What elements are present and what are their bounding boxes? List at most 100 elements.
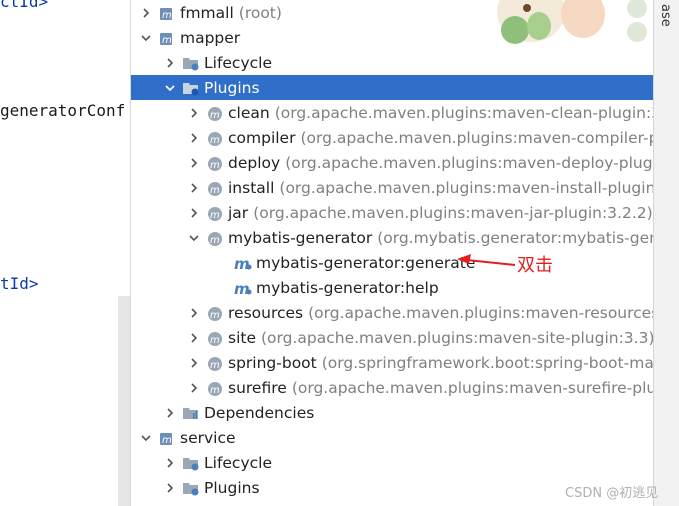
plugin-detail: (org.apache.maven.plugins:maven-site-plu… bbox=[261, 328, 654, 347]
maven-plugin-icon: m bbox=[206, 204, 224, 222]
goal-row-generate[interactable]: m mybatis-generator:generate bbox=[131, 250, 654, 275]
plugin-detail: (org.apache.maven.plugins:maven-surefire… bbox=[291, 378, 654, 397]
chevron-right-icon[interactable] bbox=[163, 456, 177, 470]
svg-text:m: m bbox=[210, 335, 220, 346]
chevron-right-icon[interactable] bbox=[163, 56, 177, 70]
svg-text:m: m bbox=[210, 360, 220, 371]
svg-text:m: m bbox=[210, 160, 220, 171]
tree-node-label: Plugins bbox=[204, 78, 260, 97]
maven-plugin-icon: m bbox=[206, 379, 224, 397]
plugin-row-mybatis-generator[interactable]: m mybatis-generator (org.mybatis.generato… bbox=[131, 225, 654, 250]
svg-text:m: m bbox=[162, 435, 172, 446]
tree-node-dependencies[interactable]: Dependencies bbox=[131, 400, 654, 425]
plugin-row-site[interactable]: m site (org.apache.maven.plugins:maven-si… bbox=[131, 325, 654, 350]
plugin-name: deploy bbox=[228, 153, 281, 172]
tree-node-suffix: (root) bbox=[238, 3, 282, 22]
code-editor[interactable]: ctId> generatorConf tId> bbox=[0, 0, 130, 506]
svg-text:m: m bbox=[210, 210, 220, 221]
chevron-right-icon[interactable] bbox=[187, 306, 201, 320]
chevron-right-icon[interactable] bbox=[187, 206, 201, 220]
goal-name: mybatis-generator:help bbox=[256, 278, 439, 297]
folder-gear-icon bbox=[182, 454, 200, 472]
plugin-row-deploy[interactable]: m deploy (org.apache.maven.plugins:maven-… bbox=[131, 150, 654, 175]
maven-plugin-icon: m bbox=[206, 354, 224, 372]
svg-text:m: m bbox=[210, 135, 220, 146]
plugin-row-install[interactable]: m install (org.apache.maven.plugins:maven… bbox=[131, 175, 654, 200]
plugin-name: compiler bbox=[228, 128, 296, 147]
right-tool-strip[interactable]: ase bbox=[653, 0, 679, 506]
chevron-down-icon[interactable] bbox=[139, 431, 153, 445]
maven-plugin-icon: m bbox=[206, 229, 224, 247]
plugin-row-jar[interactable]: m jar (org.apache.maven.plugins:maven-jar… bbox=[131, 200, 654, 225]
chevron-right-icon[interactable] bbox=[163, 406, 177, 420]
chevron-right-icon[interactable] bbox=[187, 381, 201, 395]
maven-project-icon: m bbox=[158, 4, 176, 22]
code-line: ctId> bbox=[0, 0, 49, 11]
maven-plugin-icon: m bbox=[206, 329, 224, 347]
chevron-right-icon[interactable] bbox=[187, 331, 201, 345]
maven-plugin-icon: m bbox=[206, 304, 224, 322]
chevron-right-icon[interactable] bbox=[187, 181, 201, 195]
plugin-name: surefire bbox=[228, 378, 287, 397]
chevron-right-icon[interactable] bbox=[187, 356, 201, 370]
annotation-text: 双击 bbox=[517, 255, 553, 276]
plugin-detail: (org.apache.maven.plugins:maven-jar-plug… bbox=[253, 203, 653, 222]
code-line: generatorConf bbox=[0, 101, 126, 120]
tree-node-service[interactable]: m service bbox=[131, 425, 654, 450]
chevron-right-icon[interactable] bbox=[139, 6, 153, 20]
chevron-down-icon[interactable] bbox=[139, 31, 153, 45]
plugin-name: install bbox=[228, 178, 275, 197]
tree-node-label: Lifecycle bbox=[204, 53, 272, 72]
plugin-detail: (org.mybatis.generator:mybatis-genera bbox=[377, 228, 654, 247]
maven-project-icon: m bbox=[158, 29, 176, 47]
maven-tree-panel[interactable]: m fmmall (root) m mapper Lifecycle Plugin… bbox=[130, 0, 654, 506]
maven-plugin-icon: m bbox=[206, 129, 224, 147]
plugin-row-spring-boot[interactable]: m spring-boot (org.springframework.boot:s… bbox=[131, 350, 654, 375]
tree-node-label: fmmall bbox=[180, 3, 234, 22]
editor-scrollbar[interactable] bbox=[118, 296, 130, 506]
plugin-name: site bbox=[228, 328, 256, 347]
plugin-detail: (org.apache.maven.plugins:maven-install-… bbox=[279, 178, 654, 197]
plugin-name: spring-boot bbox=[228, 353, 317, 372]
tree-node-label: Dependencies bbox=[204, 403, 315, 422]
svg-text:m: m bbox=[210, 310, 220, 321]
chevron-down-icon[interactable] bbox=[187, 231, 201, 245]
chevron-right-icon[interactable] bbox=[187, 106, 201, 120]
plugin-row-clean[interactable]: m clean (org.apache.maven.plugins:maven-c… bbox=[131, 100, 654, 125]
tree-node-lifecycle[interactable]: Lifecycle bbox=[131, 450, 654, 475]
svg-text:m: m bbox=[210, 235, 220, 246]
maven-project-icon: m bbox=[158, 429, 176, 447]
svg-text:m: m bbox=[210, 185, 220, 196]
chevron-right-icon[interactable] bbox=[187, 131, 201, 145]
plugin-row-resources[interactable]: m resources (org.apache.maven.plugins:mav… bbox=[131, 300, 654, 325]
chevron-down-icon[interactable] bbox=[163, 81, 177, 95]
chevron-right-icon[interactable] bbox=[187, 156, 201, 170]
folder-gear-icon bbox=[182, 54, 200, 72]
svg-text:m: m bbox=[234, 255, 250, 272]
folder-gear-icon bbox=[182, 79, 200, 97]
plugin-detail: (org.apache.maven.plugins:maven-deploy-p… bbox=[285, 153, 654, 172]
tree-node-label: mapper bbox=[180, 28, 241, 47]
plugin-name: jar bbox=[228, 203, 249, 222]
tree-node-lifecycle[interactable]: Lifecycle bbox=[131, 50, 654, 75]
tree-node-label: Lifecycle bbox=[204, 453, 272, 472]
tree-node-fmmall[interactable]: m fmmall (root) bbox=[131, 0, 654, 25]
tool-strip-label[interactable]: ase bbox=[658, 4, 673, 27]
maven-goal-icon: m bbox=[234, 279, 252, 297]
goal-row-help[interactable]: m mybatis-generator:help bbox=[131, 275, 654, 300]
watermark: CSDN @初逃见 bbox=[565, 486, 659, 501]
tree-node-mapper[interactable]: m mapper bbox=[131, 25, 654, 50]
plugin-name: resources bbox=[228, 303, 304, 322]
plugin-detail: (org.apache.maven.plugins:maven-compiler… bbox=[300, 128, 654, 147]
maven-plugin-icon: m bbox=[206, 104, 224, 122]
svg-text:m: m bbox=[162, 10, 172, 21]
plugin-detail: (org.apache.maven.plugins:maven-clean-pl… bbox=[274, 103, 654, 122]
plugin-detail: (org.springframework.boot:spring-boot-ma… bbox=[321, 353, 654, 372]
svg-text:m: m bbox=[210, 110, 220, 121]
plugin-row-compiler[interactable]: m compiler (org.apache.maven.plugins:mave… bbox=[131, 125, 654, 150]
tree-node-plugins-selected[interactable]: Plugins bbox=[131, 75, 654, 100]
plugin-row-surefire[interactable]: m surefire (org.apache.maven.plugins:mave… bbox=[131, 375, 654, 400]
chevron-right-icon[interactable] bbox=[163, 481, 177, 495]
goal-name: mybatis-generator:generate bbox=[256, 253, 476, 272]
code-line: tId> bbox=[0, 274, 39, 293]
